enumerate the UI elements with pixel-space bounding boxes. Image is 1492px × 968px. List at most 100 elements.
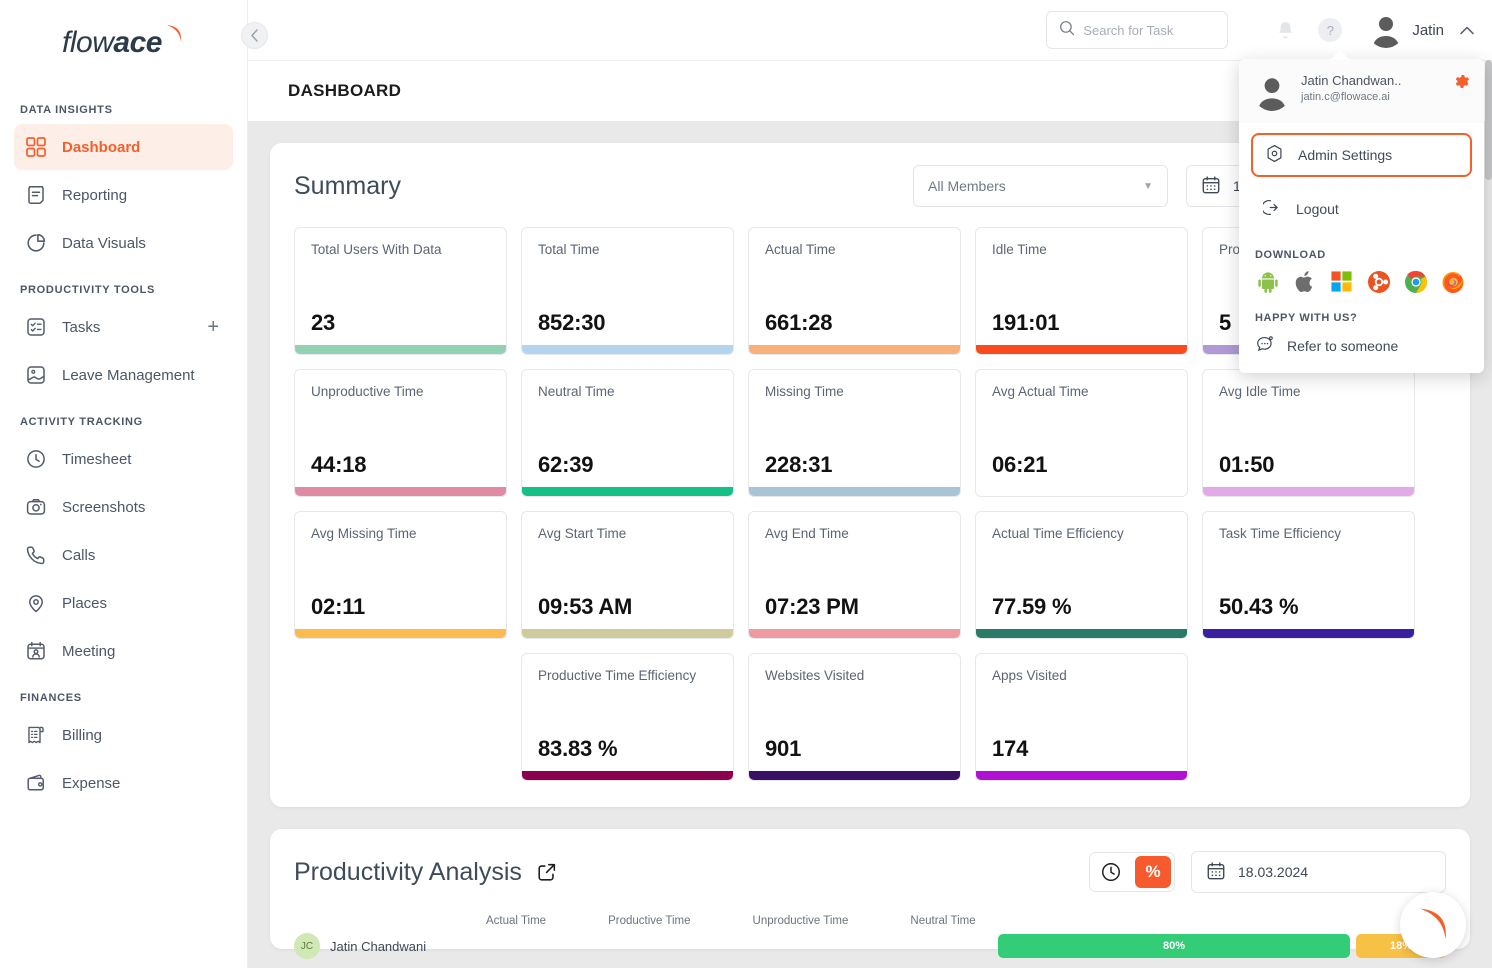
sidebar-item-expense[interactable]: Expense — [14, 760, 233, 806]
report-icon — [24, 183, 48, 207]
summary-card[interactable]: Avg End Time 07:23 PM — [748, 511, 961, 639]
summary-card[interactable]: Unproductive Time 44:18 — [294, 369, 507, 497]
user-email: jatin.c@flowace.ai — [1301, 91, 1390, 103]
summary-card[interactable]: Idle Time 191:01 — [975, 227, 1188, 355]
productivity-user: JC Jatin Chandwani — [294, 933, 474, 959]
summary-card-value: 23 — [311, 310, 336, 335]
sidebar-item-leave-management[interactable]: Leave Management — [14, 352, 233, 398]
gear-icon[interactable] — [1453, 73, 1470, 95]
sidebar-item-screenshots[interactable]: Screenshots — [14, 484, 233, 530]
summary-card-accent-bar — [749, 771, 960, 780]
logout-label: Logout — [1296, 201, 1339, 217]
summary-card-label: Actual Time — [765, 242, 836, 257]
sidebar-item-timesheet[interactable]: Timesheet — [14, 436, 233, 482]
summary-card-accent-bar — [976, 629, 1187, 638]
user-name-label: Jatin — [1412, 21, 1444, 39]
summary-card[interactable]: Websites Visited 901 — [748, 653, 961, 781]
summary-card[interactable]: Productive Time Efficiency 83.83 % — [521, 653, 734, 781]
sidebar-item-calls[interactable]: Calls — [14, 532, 233, 578]
apple-icon[interactable] — [1292, 269, 1317, 294]
add-task-button[interactable]: + — [207, 317, 219, 337]
admin-settings-menu-item[interactable]: Admin Settings — [1251, 133, 1472, 177]
user-menu-trigger[interactable]: Jatin — [1368, 12, 1474, 48]
chevron-down-icon: ▼ — [1143, 180, 1153, 192]
logout-icon — [1261, 198, 1282, 220]
summary-card-label: Avg Idle Time — [1219, 384, 1301, 399]
summary-card-accent-bar — [976, 345, 1187, 354]
summary-card[interactable]: Actual Time Efficiency 77.59 % — [975, 511, 1188, 639]
sidebar-section-title: FINANCES — [20, 692, 82, 704]
receipt-icon — [24, 723, 48, 747]
productivity-column-label: Productive Time — [608, 915, 691, 927]
summary-card[interactable]: Apps Visited 174 — [975, 653, 1188, 781]
productivity-controls: % 18.03.2024 — [1089, 851, 1446, 893]
flowace-support-button[interactable] — [1400, 892, 1466, 958]
sidebar-item-billing[interactable]: Billing — [14, 712, 233, 758]
search-input[interactable] — [1083, 22, 1216, 38]
sidebar-collapse-button[interactable] — [241, 22, 268, 49]
chrome-icon[interactable] — [1403, 269, 1428, 294]
sidebar-item-tasks[interactable]: Tasks + — [14, 304, 233, 350]
user-full-name: Jatin Chandwan.. — [1301, 73, 1402, 88]
summary-card[interactable]: Actual Time 661:28 — [748, 227, 961, 355]
summary-card-value: 62:39 — [538, 452, 594, 477]
summary-card-value: 02:11 — [311, 594, 366, 619]
summary-title: Summary — [294, 171, 401, 200]
help-icon[interactable]: ? — [1318, 18, 1343, 42]
logout-menu-item[interactable]: Logout — [1251, 187, 1472, 231]
sidebar-item-places[interactable]: Places — [14, 580, 233, 626]
member-filter-value: All Members — [928, 178, 1006, 194]
location-pin-icon — [24, 591, 48, 615]
sidebar-item-reporting[interactable]: Reporting — [14, 172, 233, 218]
summary-card[interactable]: Total Time 852:30 — [521, 227, 734, 355]
calendar-icon — [1201, 175, 1221, 198]
summary-card[interactable]: Missing Time 228:31 — [748, 369, 961, 497]
open-external-icon[interactable] — [536, 861, 558, 883]
sidebar-item-meeting[interactable]: Meeting — [14, 628, 233, 674]
refer-menu-item[interactable]: Refer to someone — [1239, 332, 1484, 359]
search-box[interactable] — [1046, 11, 1229, 49]
app-logo[interactable]: flowace — [0, 0, 247, 86]
sidebar-item-label: Leave Management — [62, 366, 195, 384]
member-filter-dropdown[interactable]: All Members ▼ — [913, 165, 1168, 207]
summary-card[interactable]: Total Users With Data 23 — [294, 227, 507, 355]
summary-card-accent-bar — [749, 345, 960, 354]
summary-card[interactable]: Task Time Efficiency 50.43 % — [1202, 511, 1415, 639]
summary-card-value: 191:01 — [992, 310, 1060, 335]
leave-icon — [24, 363, 48, 387]
avatar: JC — [294, 933, 320, 959]
summary-card[interactable]: Neutral Time 62:39 — [521, 369, 734, 497]
search-icon — [1059, 20, 1075, 41]
productivity-bars: 80% 18% — [998, 934, 1446, 958]
firefox-icon[interactable] — [1440, 269, 1465, 294]
vertical-scrollbar[interactable] — [1485, 60, 1492, 968]
productivity-analysis-panel: Productivity Analysis % 18.03.2024 Actua… — [270, 829, 1470, 959]
summary-card[interactable]: Avg Idle Time 01:50 — [1202, 369, 1415, 497]
ubuntu-icon[interactable] — [1366, 269, 1391, 294]
summary-card[interactable]: Avg Missing Time 02:11 — [294, 511, 507, 639]
summary-card-value: 77.59 % — [992, 594, 1072, 619]
android-icon[interactable] — [1255, 269, 1280, 294]
table-row[interactable]: JC Jatin Chandwani 80% 18% — [294, 933, 1446, 959]
windows-icon[interactable] — [1329, 269, 1354, 294]
sidebar-item-dashboard[interactable]: Dashboard — [14, 124, 233, 170]
pie-chart-icon — [24, 231, 48, 255]
notifications-bell-icon[interactable] — [1272, 17, 1298, 43]
productivity-column-labels: Actual Time Productive Time Unproductive T… — [486, 915, 976, 927]
summary-card[interactable]: Avg Actual Time 06:21 — [975, 369, 1188, 497]
productivity-column-label: Actual Time — [486, 915, 547, 927]
toggle-time-view[interactable] — [1090, 853, 1132, 891]
scrollbar-thumb[interactable] — [1485, 60, 1492, 180]
meeting-icon — [24, 639, 48, 663]
summary-card-accent-bar — [749, 487, 960, 496]
toggle-percent-view[interactable]: % — [1135, 856, 1171, 888]
productivity-date-picker[interactable]: 18.03.2024 — [1191, 851, 1446, 893]
productivity-header: Productivity Analysis % 18.03.2024 — [294, 851, 1446, 893]
summary-card[interactable]: Avg Start Time 09:53 AM — [521, 511, 734, 639]
sidebar-item-data-visuals[interactable]: Data Visuals — [14, 220, 233, 266]
calendar-icon — [1206, 861, 1226, 884]
avatar — [1253, 73, 1291, 111]
download-section-title: DOWNLOAD — [1255, 249, 1326, 261]
refer-label: Refer to someone — [1287, 337, 1399, 354]
download-links — [1239, 269, 1484, 294]
